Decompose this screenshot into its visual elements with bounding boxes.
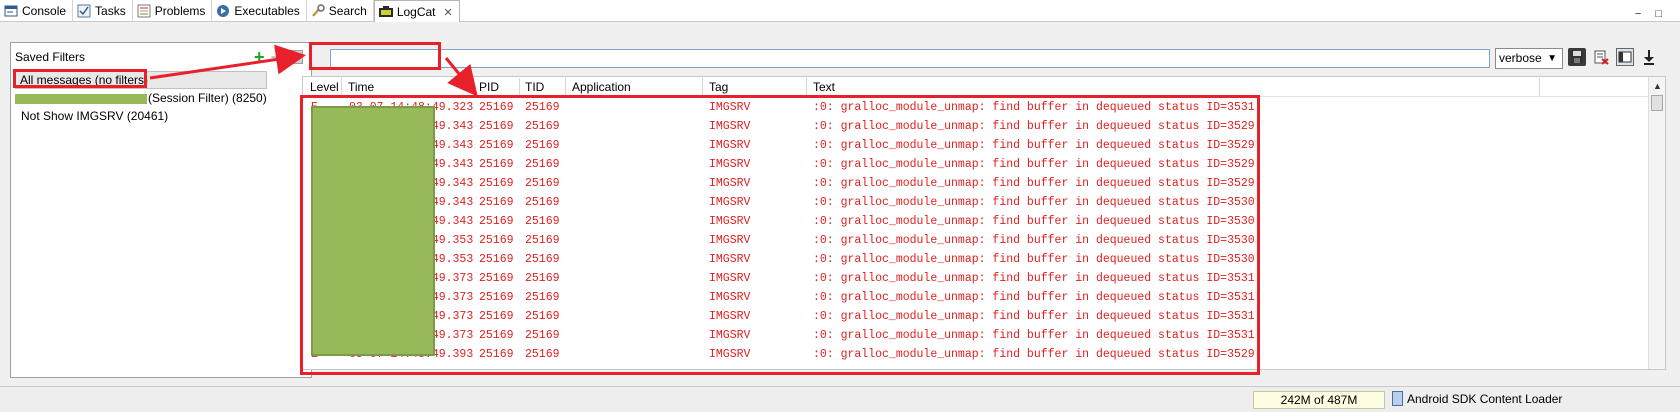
tab-label: Console	[22, 4, 67, 18]
logcat-icon	[378, 5, 393, 19]
executables-icon	[216, 4, 230, 18]
tab-search[interactable]: Search	[307, 0, 374, 22]
tasks-icon	[77, 4, 91, 18]
annotation-arrow	[444, 57, 478, 97]
problems-icon	[137, 4, 151, 18]
tab-label: Tasks	[95, 4, 126, 18]
minimize-icon[interactable]: −	[1635, 8, 1641, 20]
logcat-view: Saved Filters + − All messages (no filte…	[0, 22, 1680, 386]
tab-label: Problems	[154, 4, 206, 18]
task-label: Android SDK Content Loader	[1407, 391, 1563, 406]
tab-problems[interactable]: Problems	[133, 0, 213, 22]
search-icon	[311, 4, 325, 18]
tab-console[interactable]: Console	[0, 0, 74, 22]
tab-executables[interactable]: Executables	[212, 0, 307, 22]
console-icon	[4, 4, 18, 18]
maximize-icon[interactable]: □	[1655, 8, 1662, 20]
tab-label: LogCat	[396, 5, 436, 19]
view-tab-bar: Console Tasks Problems Executables Searc…	[0, 0, 1680, 23]
close-icon[interactable]: ✕	[444, 6, 453, 19]
annotation-arrows	[149, 44, 478, 97]
tab-tasks[interactable]: Tasks	[73, 0, 133, 22]
tab-logcat[interactable]: LogCat ✕	[373, 0, 460, 23]
status-bar: 242M of 487M Android SDK Content Loader	[0, 386, 1680, 412]
annotation-arrow	[149, 44, 306, 80]
tab-label: Search	[328, 4, 367, 18]
trash-icon[interactable]	[1392, 391, 1403, 406]
progress-task[interactable]: Android SDK Content Loader	[1392, 391, 1562, 406]
heap-status[interactable]: 242M of 487M	[1253, 391, 1385, 409]
tab-label: Executables	[234, 4, 300, 18]
